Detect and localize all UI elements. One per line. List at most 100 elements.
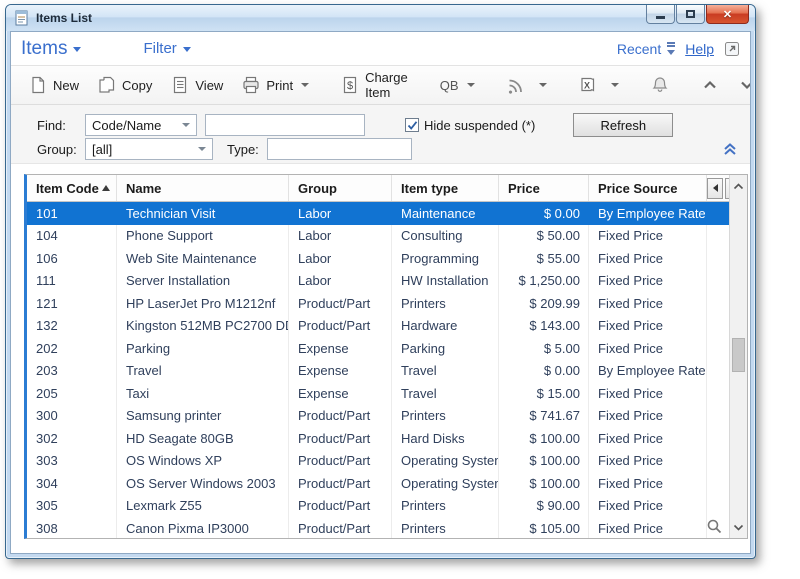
cell-name: Taxi bbox=[117, 382, 289, 405]
export-excel-button[interactable]: X bbox=[573, 72, 625, 98]
charge-item-button[interactable]: $ Charge Item bbox=[335, 66, 414, 104]
table-row[interactable]: 303 OS Windows XP Product/Part Operating… bbox=[27, 450, 729, 473]
refresh-button[interactable]: Refresh bbox=[573, 113, 673, 137]
cell-price: $ 100.00 bbox=[499, 450, 589, 473]
minimize-icon bbox=[656, 16, 665, 19]
cell-price-source: Fixed Price bbox=[589, 315, 707, 338]
table-row[interactable]: 101 Technician Visit Labor Maintenance $… bbox=[27, 202, 729, 225]
table-row[interactable]: 308 Canon Pixma IP3000 Product/Part Prin… bbox=[27, 517, 729, 538]
table-row[interactable]: 305 Lexmark Z55 Product/Part Printers $ … bbox=[27, 495, 729, 518]
cell-name: Samsung printer bbox=[117, 405, 289, 428]
feed-dropdown-icon[interactable] bbox=[539, 83, 547, 87]
cell-item-type: Hardware bbox=[392, 315, 499, 338]
cell-name: OS Windows XP bbox=[117, 450, 289, 473]
table-row[interactable]: 202 Parking Expense Parking $ 5.00 Fixed… bbox=[27, 337, 729, 360]
svg-text:X: X bbox=[583, 81, 589, 91]
titlebar[interactable]: Items List ✕ bbox=[6, 5, 755, 31]
cell-group: Product/Part bbox=[289, 405, 392, 428]
new-button[interactable]: New bbox=[23, 72, 85, 98]
table-row[interactable]: 132 Kingston 512MB PC2700 DDR Product/Pa… bbox=[27, 315, 729, 338]
scrollbar-thumb[interactable] bbox=[732, 338, 745, 372]
qb-button[interactable]: QB bbox=[434, 74, 481, 97]
magnifier-icon[interactable] bbox=[706, 518, 723, 535]
collapse-panel-icon[interactable] bbox=[722, 141, 738, 157]
column-header-group[interactable]: Group bbox=[289, 175, 392, 201]
cell-name: HD Seagate 80GB bbox=[117, 427, 289, 450]
move-down-button[interactable] bbox=[732, 72, 752, 98]
group-label: Group: bbox=[37, 142, 79, 157]
cell-name: Server Installation bbox=[117, 270, 289, 293]
items-menu[interactable]: Items bbox=[21, 38, 81, 60]
table-row[interactable]: 300 Samsung printer Product/Part Printer… bbox=[27, 405, 729, 428]
table-row[interactable]: 106 Web Site Maintenance Labor Programmi… bbox=[27, 247, 729, 270]
cell-item-type: Hard Disks bbox=[392, 427, 499, 450]
cell-price: $ 55.00 bbox=[499, 247, 589, 270]
cell-name: Phone Support bbox=[117, 225, 289, 248]
table-row[interactable]: 203 Travel Expense Travel $ 0.00 By Empl… bbox=[27, 360, 729, 383]
recent-menu[interactable]: Recent bbox=[617, 41, 675, 57]
copy-button[interactable]: Copy bbox=[92, 72, 158, 98]
alerts-button[interactable] bbox=[645, 72, 675, 98]
column-header-price[interactable]: Price bbox=[499, 175, 589, 201]
cell-item-type: Travel bbox=[392, 360, 499, 383]
qb-button-label: QB bbox=[440, 78, 459, 93]
cell-group: Product/Part bbox=[289, 472, 392, 495]
cell-price: $ 0.00 bbox=[499, 202, 589, 225]
move-up-button[interactable] bbox=[695, 72, 725, 98]
bell-icon bbox=[651, 76, 669, 94]
print-dropdown-icon[interactable] bbox=[301, 83, 309, 87]
group-select[interactable]: [all] bbox=[85, 138, 213, 160]
column-header-item-code[interactable]: Item Code bbox=[27, 175, 117, 201]
filter-menu-label: Filter bbox=[143, 40, 176, 57]
triangle-left-icon bbox=[713, 184, 718, 192]
close-button[interactable]: ✕ bbox=[706, 5, 749, 24]
cell-name: OS Server Windows 2003 bbox=[117, 472, 289, 495]
table-body: 101 Technician Visit Labor Maintenance $… bbox=[27, 202, 729, 538]
column-header-name[interactable]: Name bbox=[117, 175, 289, 201]
cell-group: Expense bbox=[289, 382, 392, 405]
cell-price-source: By Employee Rate bbox=[589, 202, 707, 225]
print-button[interactable]: Print bbox=[236, 72, 315, 98]
column-header-item-type[interactable]: Item type bbox=[392, 175, 499, 201]
table-row[interactable]: 111 Server Installation Labor HW Install… bbox=[27, 270, 729, 293]
cell-price: $ 50.00 bbox=[499, 225, 589, 248]
scroll-up-button[interactable] bbox=[730, 177, 747, 195]
filter-menu[interactable]: Filter bbox=[143, 40, 190, 57]
cell-group: Expense bbox=[289, 337, 392, 360]
cell-item-type: Printers bbox=[392, 495, 499, 518]
excel-dropdown-icon[interactable] bbox=[611, 83, 619, 87]
table-row[interactable]: 304 OS Server Windows 2003 Product/Part … bbox=[27, 472, 729, 495]
view-button-label: View bbox=[195, 78, 223, 93]
cell-name: Technician Visit bbox=[117, 202, 289, 225]
charge-item-label: Charge Item bbox=[365, 70, 408, 100]
cell-price: $ 1,250.00 bbox=[499, 270, 589, 293]
view-button[interactable]: View bbox=[165, 72, 229, 98]
table-row[interactable]: 121 HP LaserJet Pro M1212nf Product/Part… bbox=[27, 292, 729, 315]
find-input[interactable] bbox=[205, 114, 365, 136]
table-row[interactable]: 205 Taxi Expense Travel $ 15.00 Fixed Pr… bbox=[27, 382, 729, 405]
vertical-scrollbar[interactable] bbox=[729, 175, 747, 538]
hide-suspended-checkbox[interactable]: Hide suspended (*) bbox=[405, 118, 535, 133]
close-icon: ✕ bbox=[723, 8, 732, 21]
cell-group: Product/Part bbox=[289, 427, 392, 450]
scroll-down-button[interactable] bbox=[730, 518, 747, 536]
cell-price: $ 209.99 bbox=[499, 292, 589, 315]
popout-icon[interactable] bbox=[724, 41, 740, 57]
hide-suspended-label: Hide suspended (*) bbox=[424, 118, 535, 133]
cell-item-type: HW Installation bbox=[392, 270, 499, 293]
table-row[interactable]: 302 HD Seagate 80GB Product/Part Hard Di… bbox=[27, 427, 729, 450]
minimize-button[interactable] bbox=[646, 5, 675, 24]
table-row[interactable]: 104 Phone Support Labor Consulting $ 50.… bbox=[27, 225, 729, 248]
feed-button[interactable] bbox=[501, 72, 553, 98]
find-field-select[interactable]: Code/Name bbox=[85, 114, 197, 136]
column-header-price-source[interactable]: Price Source bbox=[589, 175, 707, 201]
maximize-icon bbox=[686, 10, 695, 18]
cell-item-code: 111 bbox=[27, 270, 117, 293]
cell-item-code: 121 bbox=[27, 292, 117, 315]
group-select-value: [all] bbox=[92, 142, 112, 157]
maximize-button[interactable] bbox=[676, 5, 705, 24]
type-input[interactable] bbox=[267, 138, 412, 160]
scroll-columns-left-button[interactable] bbox=[707, 178, 723, 199]
help-link[interactable]: Help bbox=[685, 41, 714, 57]
cell-item-type: Printers bbox=[392, 517, 499, 538]
